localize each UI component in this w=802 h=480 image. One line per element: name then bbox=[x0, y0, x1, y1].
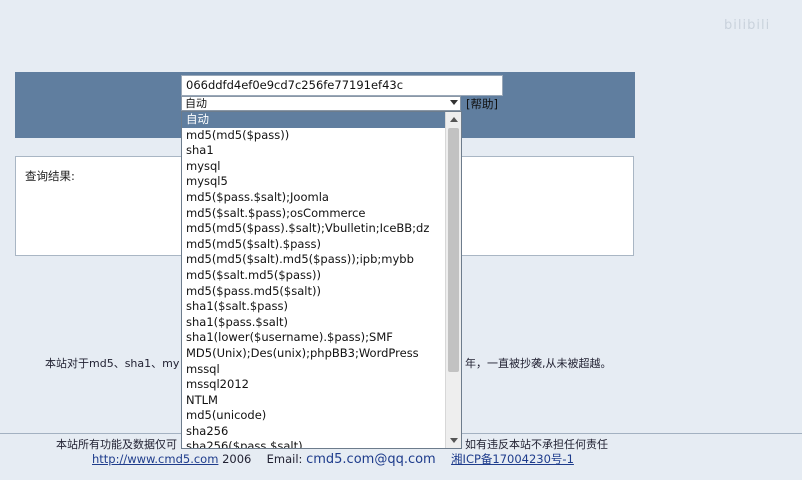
dropdown-scrollbar[interactable] bbox=[445, 112, 461, 448]
dropdown-option[interactable]: 自动 bbox=[182, 112, 447, 128]
hash-type-selected-value: 自动 bbox=[185, 97, 207, 110]
dropdown-option[interactable]: md5($pass.md5($salt)) bbox=[182, 284, 447, 300]
about-text: 本站对于md5、sha1、my bbox=[45, 357, 180, 370]
dropdown-option[interactable]: md5(md5($pass).$salt);Vbulletin;IceBB;dz bbox=[182, 221, 447, 237]
about-text-continued: 年，一直被抄袭,从未被超越。 bbox=[465, 357, 612, 370]
scrollbar-thumb[interactable] bbox=[448, 128, 459, 372]
chevron-down-icon bbox=[450, 100, 458, 105]
footer-disclaimer-continued: 如有违反本站不承担任何责任 bbox=[465, 438, 608, 451]
dropdown-option[interactable]: sha1($salt.$pass) bbox=[182, 299, 447, 315]
dropdown-option[interactable]: sha256 bbox=[182, 424, 447, 440]
dropdown-option[interactable]: md5($salt.md5($pass)) bbox=[182, 268, 447, 284]
dropdown-option[interactable]: mssql2012 bbox=[182, 377, 447, 393]
dropdown-option[interactable]: mssql bbox=[182, 362, 447, 378]
dropdown-options: 自动 md5(md5($pass)) sha1 mysql mysql5 md5($pas… bbox=[182, 112, 447, 448]
watermark-logo: bilibili bbox=[724, 18, 771, 33]
dropdown-option[interactable]: md5($salt.$pass);osCommerce bbox=[182, 206, 447, 222]
dropdown-option[interactable]: md5(md5($pass)) bbox=[182, 128, 447, 144]
dropdown-option[interactable]: md5(md5($salt).$pass) bbox=[182, 237, 447, 253]
scroll-up-arrow-icon[interactable] bbox=[446, 112, 461, 126]
dropdown-option[interactable]: md5($pass.$salt);Joomla bbox=[182, 190, 447, 206]
email-address: cmd5.com@qq.com bbox=[306, 452, 436, 467]
help-link[interactable]: [帮助] bbox=[466, 96, 498, 112]
scroll-down-arrow-icon[interactable] bbox=[446, 434, 461, 448]
dropdown-option[interactable]: sha256($pass.$salt) bbox=[182, 439, 447, 448]
hash-type-select[interactable]: 自动 bbox=[181, 96, 461, 111]
dropdown-option[interactable]: NTLM bbox=[182, 393, 447, 409]
dropdown-option[interactable]: md5(unicode) bbox=[182, 408, 447, 424]
footer-year: 2006 bbox=[222, 452, 252, 466]
dropdown-option[interactable]: mysql bbox=[182, 159, 447, 175]
dropdown-option[interactable]: sha1(lower($username).$pass);SMF bbox=[182, 330, 447, 346]
dropdown-option[interactable]: mysql5 bbox=[182, 174, 447, 190]
result-label: 查询结果: bbox=[25, 169, 75, 183]
footer-info: http://www.cmd5.com 2006 Email: cmd5.com… bbox=[92, 451, 574, 467]
hash-type-dropdown[interactable]: 自动 md5(md5($pass)) sha1 mysql mysql5 md5($pas… bbox=[181, 111, 462, 449]
dropdown-option[interactable]: sha1 bbox=[182, 143, 447, 159]
hash-input[interactable] bbox=[181, 75, 503, 96]
email-label: Email: bbox=[266, 452, 303, 466]
dropdown-option[interactable]: sha1($pass.$salt) bbox=[182, 315, 447, 331]
icp-link[interactable]: 湘ICP备17004230号-1 bbox=[451, 452, 574, 466]
dropdown-option[interactable]: MD5(Unix);Des(unix);phpBB3;WordPress bbox=[182, 346, 447, 362]
dropdown-option[interactable]: md5(md5($salt).md5($pass));ipb;mybb bbox=[182, 252, 447, 268]
site-link[interactable]: http://www.cmd5.com bbox=[92, 452, 218, 466]
footer-disclaimer: 本站所有功能及数据仅可 bbox=[56, 438, 177, 451]
